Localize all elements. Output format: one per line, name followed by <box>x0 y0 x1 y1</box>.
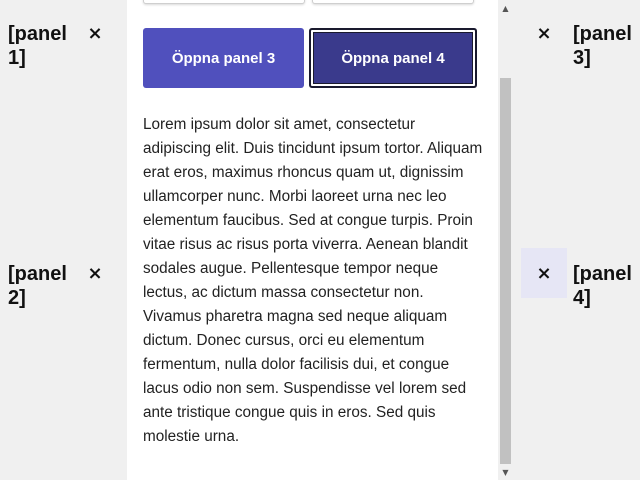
app-window: [panel 1] × [panel 2] × Öppna panel 3 Öp… <box>0 0 640 480</box>
panel-2-close-button[interactable]: × <box>72 248 118 298</box>
open-panel-3-button[interactable]: Öppna panel 3 <box>143 28 304 88</box>
close-icon: × <box>87 262 103 284</box>
panel-4-label: [panel 4] <box>573 263 632 309</box>
panel-3-label: [panel 3] <box>573 23 632 69</box>
panel-2-label: [panel 2] <box>8 263 67 309</box>
vertical-scrollbar[interactable]: ▲ ▼ <box>498 0 513 480</box>
close-icon: × <box>536 22 552 44</box>
body-paragraph: Lorem ipsum dolor sit amet, consectetur … <box>143 116 483 445</box>
panel-1-label: [panel 1] <box>8 23 67 69</box>
scroll-thumb[interactable] <box>500 78 511 464</box>
main-content: Öppna panel 3 Öppna panel 4 Lorem ipsum … <box>127 0 498 480</box>
top-button-stub-right[interactable] <box>312 0 474 4</box>
top-button-stub-left[interactable] <box>143 0 305 4</box>
close-icon: × <box>536 262 552 284</box>
panel-1-close-button[interactable]: × <box>72 8 118 58</box>
panel-4-close-button[interactable]: × <box>521 248 567 298</box>
close-icon: × <box>87 22 103 44</box>
panel-3-close-button[interactable]: × <box>521 8 567 58</box>
scroll-down-arrow-icon[interactable]: ▼ <box>498 465 513 479</box>
scroll-up-arrow-icon[interactable]: ▲ <box>498 1 513 15</box>
open-panel-4-button[interactable]: Öppna panel 4 <box>309 28 477 88</box>
